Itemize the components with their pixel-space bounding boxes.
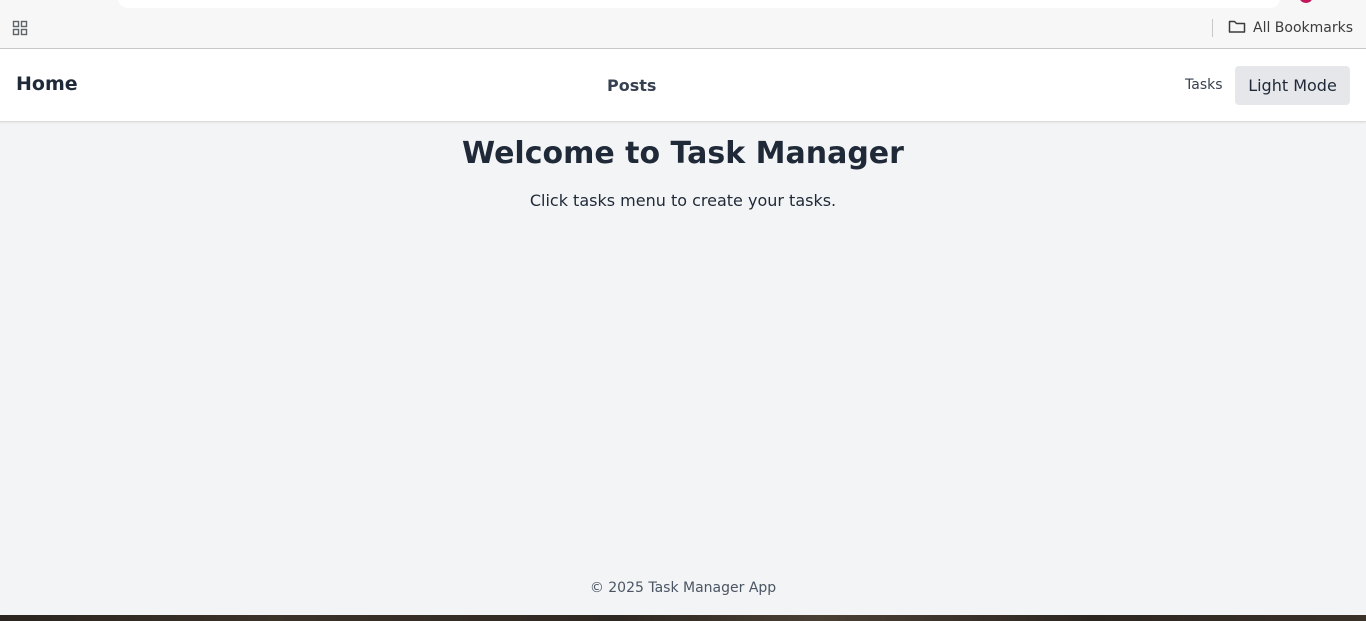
page-subtitle: Click tasks menu to create your tasks. bbox=[529, 191, 837, 210]
profile-avatar[interactable] bbox=[1300, 0, 1312, 3]
all-bookmarks-label: All Bookmarks bbox=[1253, 20, 1354, 36]
light-mode-button[interactable]: Light Mode bbox=[1235, 66, 1350, 105]
bookmarks-divider bbox=[1212, 19, 1213, 37]
nav-tasks-link[interactable]: Tasks bbox=[1185, 77, 1223, 93]
all-bookmarks-button[interactable]: All Bookmarks bbox=[1228, 17, 1353, 39]
footer-copyright: © 2025 Task Manager App bbox=[589, 580, 777, 596]
nav-home-link[interactable]: Home bbox=[16, 73, 78, 95]
nav-posts-link[interactable]: Posts bbox=[607, 76, 656, 95]
browser-bookmarks-bar: All Bookmarks bbox=[0, 0, 1366, 49]
desktop-background-strip bbox=[0, 615, 1366, 621]
app-navbar: Home Posts Tasks Light Mode bbox=[0, 49, 1366, 122]
folder-icon bbox=[1228, 18, 1246, 38]
page-title: Welcome to Task Manager bbox=[462, 136, 904, 171]
apps-grid-icon[interactable] bbox=[12, 20, 28, 36]
address-bar[interactable] bbox=[118, 0, 1280, 8]
